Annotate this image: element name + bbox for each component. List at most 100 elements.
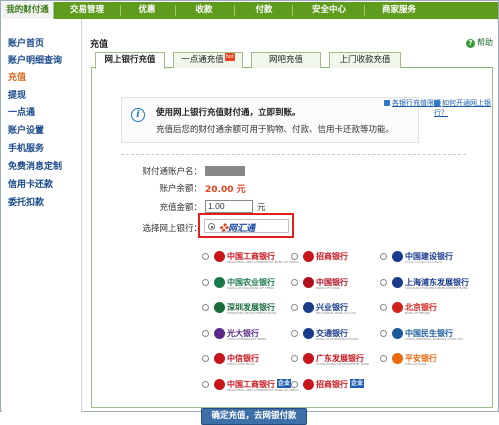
bank-radio[interactable] [202,380,209,388]
bank-english-name: INDUSTRIAL BANK CO.,LTD. [316,311,357,315]
abc-icon [214,276,225,288]
bank-option[interactable]: 交通银行 BANK OF COMMUNICATIONS [291,327,377,341]
help-icon: ? [466,39,475,48]
bank-option[interactable]: 北京银行 BANK OF BEIJING [380,302,466,315]
bank-english-name: CHINA MINSHENG BANKING CORP.,LTD. [405,336,464,341]
bank-radio[interactable] [380,329,387,337]
sdb-icon [214,302,225,313]
bank-english-name: GUANGDONG DEVELOPMENT BANK [316,362,370,366]
bank-option[interactable]: 中信银行 CHINA CITIC BANK [202,353,288,366]
highlight-box: ❖网汇通 www.udpay.com.cn [198,213,294,238]
bank-radio[interactable] [291,278,298,286]
wanghuitong-radio[interactable] [208,223,215,230]
nav-separator [364,5,365,16]
wanghuitong-option[interactable]: ❖网汇通 www.udpay.com.cn [204,219,289,233]
nav-tab-merchant[interactable]: 商家服务 [366,2,432,19]
bank-option[interactable]: 光大银行 CHINA EVERBRIGHT BANK [202,327,288,341]
sidebar-item-auto-debit[interactable]: 委托扣款 [8,195,44,208]
boc-icon [303,276,314,288]
bank-option[interactable]: 中国建设银行 China Construction Bank [380,251,466,264]
help-label: 帮助 [477,38,493,47]
tab-yidiantong[interactable]: 一点通充值 hot [173,52,243,68]
bank-option[interactable]: 中国民生银行 CHINA MINSHENG BANKING CORP.,LTD. [380,327,466,341]
bank-option[interactable]: 广东发展银行 GUANGDONG DEVELOPMENT BANK [291,353,377,366]
bank-radio[interactable] [291,253,298,260]
amount-input[interactable]: 1.00 [205,200,253,213]
enterprise-badge: 企业 [350,378,365,388]
bank-option[interactable]: 中国银行 BANK OF CHINA [291,276,377,290]
bank-option[interactable]: 中国工商银行 INDUSTRIAL AND COMMERCIAL BANK OF … [202,251,299,264]
bank-english-name: SHENZHEN DEVELOPMENT BANK [227,311,277,315]
sidebar-item-account-details[interactable]: 账户明细查询 [8,53,62,66]
bank-option[interactable]: 上海浦东发展银行 SHANGHAI PUDONG DEVELOPMENT BANK [380,276,469,290]
enterprise-badge: 企业 [277,378,292,388]
help-link[interactable]: ? 帮助 [466,37,493,48]
bank-english-name: CHINA EVERBRIGHT BANK [227,336,267,341]
submit-button[interactable]: 确定充值，去网银付款 [201,408,307,425]
bank-radio[interactable] [380,253,387,260]
bank-english-name: China Construction Bank [405,260,443,264]
bank-radio[interactable] [291,380,298,388]
bank-option[interactable]: 兴业银行 INDUSTRIAL BANK CO.,LTD. [291,302,377,315]
bank-radio[interactable] [202,329,209,337]
bank-option[interactable]: 招商银行 企业 [291,378,377,391]
bob-icon [392,302,403,313]
cmb-icon [303,251,314,262]
account-label: 财付通账户名： [142,167,202,177]
account-name-redacted [205,166,245,176]
sidebar-item-mobile-service[interactable]: 手机服务 [8,141,44,154]
ccb-icon [392,251,403,262]
sidebar-item-withdraw[interactable]: 提现 [8,88,26,101]
tab-online-bank[interactable]: 网上银行充值 [95,52,165,69]
bank-english-name: INDUSTRIAL AND COMMERCIAL BANK OF CHINA [227,260,299,264]
nav-tab-discount[interactable]: 优惠 [122,2,172,19]
bank-radio[interactable] [202,304,209,311]
sidebar-item-yidiantong[interactable]: 一点通 [8,105,35,118]
ceb-icon [214,327,225,339]
bank-english-name: BANK OF COMMUNICATIONS [316,336,359,341]
bank-option[interactable]: 平安银行 PING AN BANK [380,353,466,366]
tab-yidiantong-label: 一点通充值 [181,55,224,65]
bank-option[interactable]: 招商银行 [291,251,377,263]
sidebar-item-free-messages[interactable]: 免费消息定制 [8,159,62,172]
nav-tab-pay[interactable]: 付款 [238,2,290,19]
nav-tab-my-account[interactable]: 我的财付通 [2,2,54,19]
bank-radio[interactable] [202,278,209,286]
bullet-icon [384,100,390,106]
bank-radio[interactable] [380,304,387,311]
balance-label: 账户余额： [159,184,202,194]
bank-radio[interactable] [202,355,209,362]
link-limits[interactable]: 各银行充值限额 [384,98,441,108]
window: 我的财付通 交易管理 优惠 收款 付款 安全中心 商家服务 账户首页 账户明细查… [0,0,499,425]
bank-radio[interactable] [380,355,387,362]
page-title: 充值 [90,40,109,50]
recharge-tabs: 网上银行充值 一点通充值 hot 网吧充值 上门收款充值 [91,52,493,69]
bank-radio[interactable] [291,329,298,337]
tab-internet-cafe[interactable]: 网吧充值 [251,52,321,68]
sidebar-item-account-home[interactable]: 账户首页 [8,36,44,49]
bullet-icon [434,100,440,106]
bank-radio[interactable] [291,355,298,362]
nav-separator [292,5,293,16]
bank-english-name: BANK OF CHINA [316,285,340,290]
bank-option[interactable]: 中国工商银行 企业 INDUSTRIAL AND COMMERCIAL BANK O… [202,378,299,392]
bank-radio[interactable] [202,253,209,260]
amount-label: 充值金额： [159,203,202,213]
bank-option[interactable]: 深圳发展银行 SHENZHEN DEVELOPMENT BANK [202,302,288,315]
spdb-icon [392,276,403,288]
nav-tab-security[interactable]: 安全中心 [296,2,362,19]
cib-icon [303,302,314,313]
nav-tab-trade-management[interactable]: 交易管理 [57,2,117,19]
icbc-icon [214,378,225,390]
sidebar-item-recharge[interactable]: 充值 [8,70,26,83]
tab-door-to-door[interactable]: 上门收款充值 [329,52,401,68]
bank-radio[interactable] [291,304,298,311]
bank-radio[interactable] [380,278,387,286]
sidebar-item-account-settings[interactable]: 账户设置 [8,123,44,136]
bank-english-name: INDUSTRIAL AND COMMERCIAL BANK OF CHINA [227,387,299,392]
sidebar-item-credit-card-repay[interactable]: 信用卡还款 [8,177,53,190]
link-how-to-open[interactable]: 如何开通网上银行？ [434,98,492,118]
nav-tab-receive[interactable]: 收款 [178,2,230,19]
bank-option[interactable]: 中国农业银行 AGRICULTURAL BANK OF CHINA [202,276,288,290]
bank-english-name: BANK OF BEIJING [405,311,431,315]
